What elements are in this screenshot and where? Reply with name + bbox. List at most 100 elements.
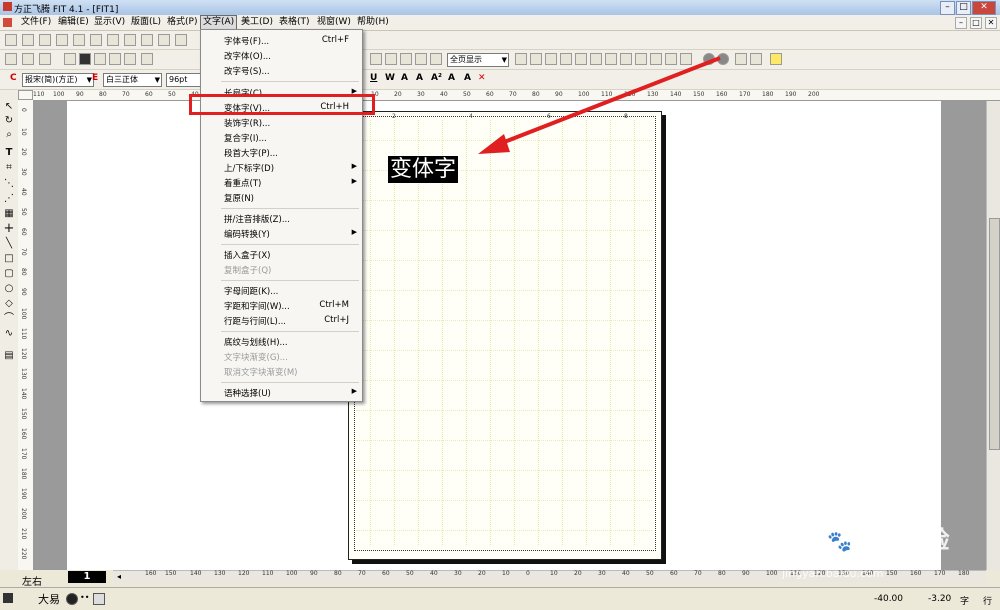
outline-icon[interactable]: W [385, 73, 395, 83]
menu-view[interactable]: 显示(V) [92, 16, 127, 29]
underline-icon[interactable]: U [370, 73, 377, 83]
menu-layout[interactable]: 版面(L) [129, 16, 163, 29]
font-select[interactable]: 报宋(简)(方正) ▼ [22, 73, 94, 87]
link-tool-icon[interactable]: ⋱ [2, 177, 16, 190]
mdi-minimize-button[interactable]: – [955, 17, 967, 29]
copy-icon[interactable] [385, 53, 397, 65]
grid-line [356, 290, 652, 291]
menu-art[interactable]: 美工(D) [239, 16, 275, 29]
cut-icon[interactable] [370, 53, 382, 65]
scroll-thumb[interactable] [989, 218, 1000, 450]
polygon-tool-icon[interactable]: ⌒ [2, 312, 16, 325]
undo-icon[interactable] [415, 53, 427, 65]
paragraph-icon[interactable] [39, 53, 51, 65]
justify-icon[interactable] [124, 53, 136, 65]
ellipse-tool-icon[interactable]: ○ [2, 282, 16, 295]
table-tool-icon[interactable]: ▦ [2, 207, 16, 220]
menu-item-insert-box[interactable]: 插入盒子(X) [201, 247, 362, 262]
distribute-icon[interactable] [141, 53, 153, 65]
menu-text[interactable]: 文字(A) [200, 15, 238, 30]
align-icon[interactable] [141, 34, 153, 46]
line-tool-icon[interactable]: ╲ [2, 237, 16, 250]
menu-window[interactable]: 视窗(W) [315, 16, 353, 29]
align-icon[interactable] [39, 34, 51, 46]
subscript-icon[interactable]: A [448, 73, 455, 83]
align-icon[interactable] [158, 34, 170, 46]
mdi-close-button[interactable]: ✕ [985, 17, 997, 29]
menu-item-font-size[interactable]: 字体号(F)... Ctrl+F [201, 33, 362, 48]
status-bar: 大易 •• -40.00 -3.20 字 行 [0, 587, 1000, 610]
ruler-tick: 110 [33, 91, 45, 98]
zoom-tool-icon[interactable]: ⌕ [2, 128, 16, 141]
menu-item-change-font[interactable]: 改字体(O)... [201, 48, 362, 63]
spread-label[interactable]: 左右 [22, 573, 42, 588]
font-select-2[interactable]: 白三正体 ▼ [103, 73, 162, 87]
menu-edit[interactable]: 编辑(E) [56, 16, 91, 29]
align-icon[interactable] [5, 34, 17, 46]
window-title: 方正飞腾 FIT 4.1 - [FIT1] [14, 5, 119, 15]
align-left-active-icon[interactable] [79, 53, 91, 65]
crop-tool-icon[interactable]: ⌗ [2, 161, 16, 174]
menu-item-pinyin-layout[interactable]: 拼/注音排版(Z)... [201, 211, 362, 226]
watermark-brand: Bai [770, 518, 827, 556]
menu-item-letter-spacing[interactable]: 字母间距(K)... [201, 283, 362, 298]
ruler-origin[interactable] [18, 90, 33, 100]
paragraph-icon[interactable] [22, 53, 34, 65]
paragraph-icon[interactable] [5, 53, 17, 65]
menu-item-line-spacing[interactable]: 行距与行间(L)... Ctrl+J [201, 313, 362, 328]
align-icon[interactable] [107, 34, 119, 46]
ruler-tick: 170 [20, 448, 27, 460]
align-left-icon[interactable] [64, 53, 76, 65]
rounded-rectangle-tool-icon[interactable]: ▢ [2, 267, 16, 280]
scroll-left-icon[interactable]: ◂ [117, 572, 121, 581]
unlink-tool-icon[interactable]: ⋰ [2, 192, 16, 205]
selected-text-box[interactable]: 变体字 [388, 156, 459, 183]
align-center-icon[interactable] [94, 53, 106, 65]
align-icon[interactable] [73, 34, 85, 46]
menu-item-drop-cap[interactable]: 段首大字(P)... [201, 145, 362, 160]
cross-tool-icon[interactable]: + [2, 222, 16, 235]
font-size-input[interactable]: 96pt [166, 73, 202, 87]
align-icon[interactable] [124, 34, 136, 46]
rotate-tool-icon[interactable]: ↻ [2, 114, 16, 127]
grid-tool-icon[interactable]: ▤ [2, 349, 16, 362]
diamond-tool-icon[interactable]: ◇ [2, 297, 16, 310]
close-button[interactable]: ✕ [972, 1, 996, 15]
menu-item-emphasis-dot[interactable]: 着重点(T) ▶ [201, 175, 362, 190]
page-tab-1[interactable]: 1 [68, 571, 106, 583]
menu-format[interactable]: 格式(P) [165, 16, 199, 29]
menu-item-char-spacing[interactable]: 字距和字间(W)... Ctrl+M [201, 298, 362, 313]
menu-file[interactable]: 文件(F) [19, 16, 53, 29]
shadow-icon[interactable]: A [401, 73, 408, 83]
menu-item-decorative-text[interactable]: 装饰字(R)... [201, 115, 362, 130]
menu-item-shading-underline[interactable]: 底纹与划线(H)... [201, 334, 362, 349]
align-icon[interactable] [90, 34, 102, 46]
minimize-button[interactable]: – [940, 1, 955, 15]
menu-item-compound-text[interactable]: 复合字(I)... [201, 130, 362, 145]
mdi-restore-button[interactable]: □ [970, 17, 982, 29]
italic-icon[interactable]: A [416, 73, 423, 83]
help-icon[interactable] [770, 53, 782, 65]
tool-icon[interactable] [750, 53, 762, 65]
menu-item-encoding[interactable]: 编码转换(Y) ▶ [201, 226, 362, 241]
align-icon[interactable] [175, 34, 187, 46]
redo-icon[interactable] [430, 53, 442, 65]
align-right-icon[interactable] [109, 53, 121, 65]
rectangle-tool-icon[interactable]: □ [2, 252, 16, 265]
pointer-tool-icon[interactable]: ↖ [2, 100, 16, 113]
align-icon[interactable] [22, 34, 34, 46]
menu-item-change-size[interactable]: 改字号(S)... [201, 63, 362, 78]
menu-item-restore[interactable]: 复原(N) [201, 190, 362, 205]
menu-help[interactable]: 帮助(H) [355, 16, 391, 29]
align-icon[interactable] [56, 34, 68, 46]
bezier-tool-icon[interactable]: ∿ [2, 327, 16, 340]
menu-item-super-sub[interactable]: 上/下标字(D) ▶ [201, 160, 362, 175]
menu-table[interactable]: 表格(T) [277, 16, 312, 29]
menu-item-label: 字体号(F)... [224, 37, 270, 47]
maximize-button[interactable]: □ [956, 1, 971, 15]
superscript-icon[interactable]: A² [431, 73, 442, 83]
menu-item-language[interactable]: 语种选择(U) ▶ [201, 385, 362, 400]
paste-icon[interactable] [400, 53, 412, 65]
text-tool-icon[interactable]: T [2, 146, 16, 159]
vertical-scrollbar[interactable] [986, 101, 1000, 570]
